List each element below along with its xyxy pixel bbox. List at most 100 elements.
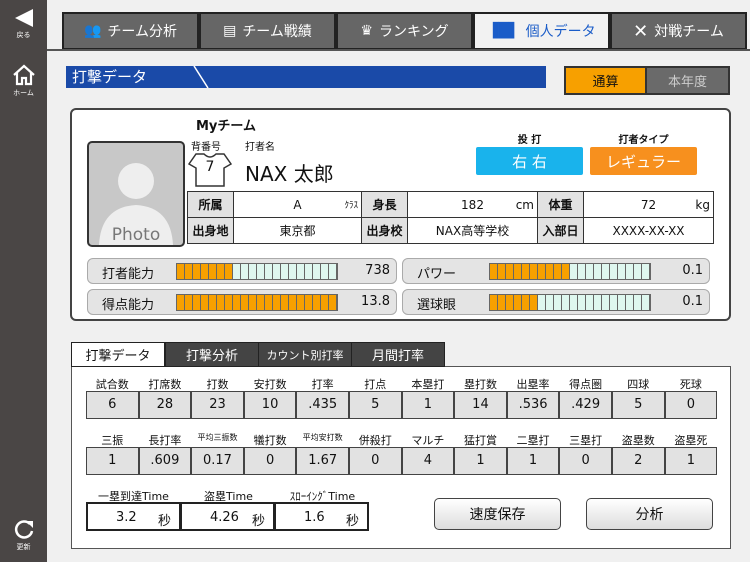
- lower-tab-monthly-average[interactable]: 月間打率: [351, 342, 445, 367]
- button-label: 速度保存: [469, 507, 526, 523]
- name-label: 打者名: [245, 142, 275, 153]
- stat-value: 23: [191, 391, 244, 419]
- stat-value: 2: [611, 447, 665, 475]
- value-text: 72: [640, 197, 657, 212]
- stat-header: 猛打賞: [463, 434, 497, 447]
- tab-team-record[interactable]: ▤ チーム戦績: [199, 12, 336, 50]
- stat-header: 試合数: [95, 378, 129, 391]
- tab-label: チーム戦績: [242, 24, 312, 40]
- first-base-time-field[interactable]: 3.2 秒: [86, 502, 181, 531]
- ability-bar: 選球眼 0.1: [402, 289, 710, 315]
- batter-type-value: レギュラー: [605, 152, 681, 171]
- gauge-segment: [289, 295, 297, 310]
- gauge-segment: [530, 295, 538, 310]
- back-button[interactable]: 戻る: [0, 8, 47, 40]
- lower-tab-batting-analysis[interactable]: 打撃分析: [165, 342, 259, 367]
- period-this-year-toggle[interactable]: 本年度: [645, 66, 730, 95]
- stat-value: 0.17: [191, 447, 244, 475]
- ability-label: 選球眼: [417, 298, 457, 313]
- gauge-segment: [321, 264, 329, 279]
- gauge-segment: [634, 295, 642, 310]
- gauge-segment: [201, 295, 209, 310]
- batter-type-badge: レギュラー: [590, 147, 697, 175]
- stats-value-row: 6 28 23 10.435 5 1 14.536.429 5 0: [86, 391, 718, 419]
- info-row: 所属 A ｸﾗｽ 身長 182 cm 体重 72 kg: [187, 191, 714, 218]
- ability-bar: パワー 0.1: [402, 258, 710, 284]
- gauge-segment: [233, 295, 241, 310]
- stat-header: 打率: [311, 378, 334, 391]
- tab-team-analysis[interactable]: 👥 チーム分析: [62, 12, 199, 50]
- stat-header: 三塁打: [569, 434, 603, 447]
- height-label: 身長: [361, 191, 408, 218]
- tab-personal-data[interactable]: ▐█▌ 個人データ: [473, 12, 610, 50]
- join-date-label: 入部日: [537, 217, 584, 244]
- bar-chart-icon: ▐█▌: [487, 23, 520, 39]
- time-unit: 秒: [157, 514, 171, 529]
- back-label: 戻る: [16, 31, 31, 39]
- ability-value: 738: [365, 263, 390, 278]
- gauge-segment: [490, 295, 498, 310]
- time-value: 3.2: [116, 510, 137, 525]
- period-this-year-label: 本年度: [667, 75, 707, 90]
- gauge-segment: [249, 295, 257, 310]
- unit-text: kg: [695, 197, 710, 212]
- analyze-button[interactable]: 分析: [586, 498, 713, 530]
- stat-header: 犠打数: [253, 434, 287, 447]
- gauge-segment: [297, 295, 305, 310]
- stat-header: 得点圏: [569, 378, 603, 391]
- stat-header: 本塁打: [411, 378, 445, 391]
- stats-header-row: 試合数 打席数 打数 安打数 打率 打点 本塁打 塁打数 出塁率 得点圏 四球 死球: [86, 376, 717, 392]
- time-value: 4.26: [210, 510, 239, 525]
- tab-ranking[interactable]: ♛ ランキング: [336, 12, 473, 50]
- gauge-segment: [209, 264, 217, 279]
- gauge-segment: [610, 295, 618, 310]
- throwing-time-field[interactable]: 1.6 秒: [274, 502, 369, 531]
- gauge-segment: [281, 295, 289, 310]
- button-label: 分析: [635, 507, 664, 523]
- unit-text: cm: [515, 197, 534, 212]
- gauge-segment: [297, 264, 305, 279]
- stats-header-row: 三振 長打率 平均三振数 犠打数 平均安打数 併殺打 マルチ 猛打賞 二塁打 三塁打 盗塁数 盗塁死: [86, 432, 717, 448]
- stat-header: 平均三振数: [197, 433, 238, 442]
- home-button[interactable]: ホーム: [0, 64, 47, 98]
- throw-bat-badge: 右 右: [476, 147, 583, 175]
- gauge-segment: [602, 264, 610, 279]
- stat-header: 塁打数: [463, 378, 497, 391]
- stat-value: 10: [243, 391, 297, 419]
- lower-tab-batting-data[interactable]: 打撃データ: [71, 342, 165, 367]
- gauge-segment: [185, 264, 193, 279]
- gauge-segment: [289, 264, 297, 279]
- stat-value: 1: [664, 447, 718, 475]
- stat-header: 平均安打数: [302, 433, 343, 442]
- home-icon: [12, 64, 35, 86]
- save-speed-button[interactable]: 速度保存: [434, 498, 561, 530]
- gauge-segment: [313, 264, 321, 279]
- header-slash: [193, 66, 209, 88]
- hometown-value: 東京都: [233, 217, 362, 244]
- steal-time-field[interactable]: 4.26 秒: [180, 502, 275, 531]
- stat-header: 併殺打: [358, 434, 392, 447]
- ability-label: パワー: [417, 267, 457, 282]
- value-text: A: [293, 197, 302, 212]
- period-total-toggle[interactable]: 通算: [564, 66, 647, 95]
- tab-opponent-team[interactable]: ✕ 対戦チーム: [610, 12, 747, 50]
- stats-value-row: 1.609 0.17 0 1.67 0 4 1 1 0 2 1: [86, 447, 718, 475]
- hometown-label: 出身地: [187, 217, 234, 244]
- school-value: NAX高等学校: [407, 217, 538, 244]
- stat-header: 打点: [364, 378, 387, 391]
- crown-icon: ♛: [360, 23, 373, 39]
- gauge-segment: [522, 295, 530, 310]
- refresh-button[interactable]: 更新: [0, 518, 47, 552]
- gauge-segment: [217, 295, 225, 310]
- gauge-segment: [193, 295, 201, 310]
- stat-value: 14: [454, 391, 507, 419]
- ability-value: 0.1: [682, 294, 703, 309]
- gauge-segment: [225, 295, 233, 310]
- gauge-segment: [506, 295, 514, 310]
- stat-value: 5: [348, 391, 402, 419]
- gauge-segment: [273, 264, 281, 279]
- gauge-segment: [546, 264, 554, 279]
- stat-header: 盗塁死: [674, 434, 708, 447]
- batter-type-label: 打者タイプ: [618, 135, 669, 146]
- lower-tab-count-average[interactable]: カウント別打率: [258, 342, 352, 367]
